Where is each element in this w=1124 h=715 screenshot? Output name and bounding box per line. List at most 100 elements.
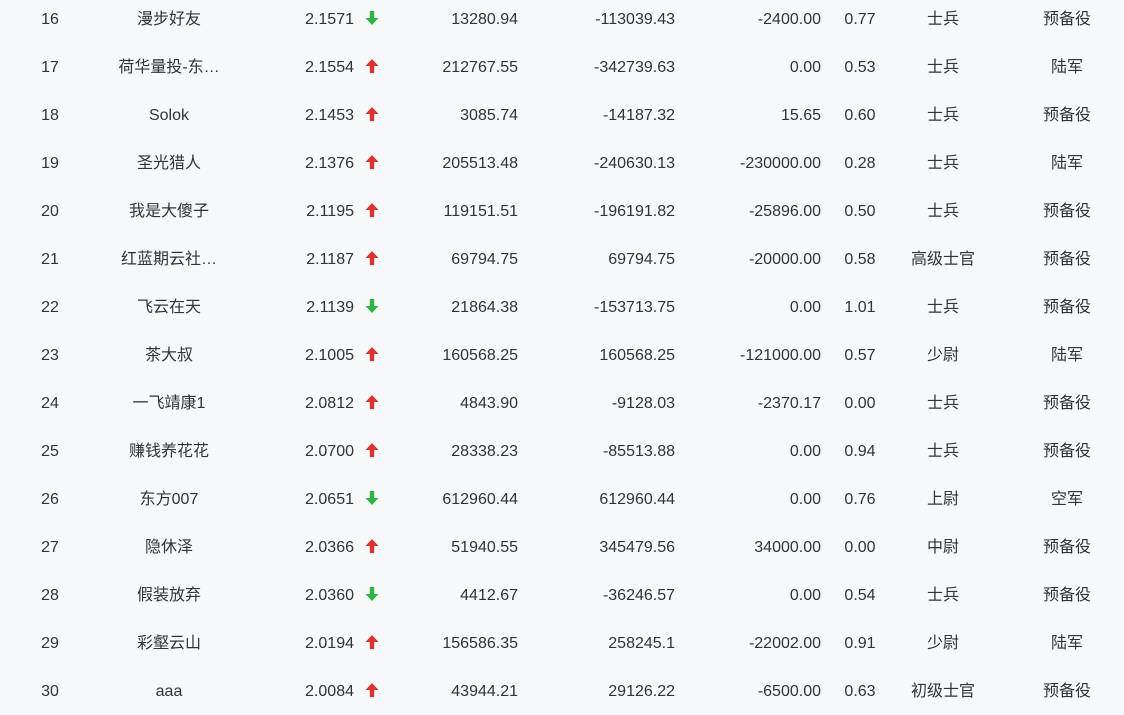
value-2-cell: -36246.57 <box>602 587 675 604</box>
value-4-cell: 0.53 <box>844 59 876 76</box>
value-1-cell: 119151.51 <box>443 203 518 220</box>
value-3-cell: -2370.17 <box>757 395 821 412</box>
name-cell[interactable]: 我是大傻子 <box>89 188 249 236</box>
name-cell[interactable]: 东方007 <box>89 476 249 524</box>
value-1-cell: 28338.23 <box>451 443 518 460</box>
value-1-cell: 43944.21 <box>451 683 518 700</box>
value-2-cell: 160568.25 <box>599 347 675 364</box>
ratio-cell: 2.1187 <box>306 251 354 268</box>
value-4-cell: 0.77 <box>844 11 876 28</box>
value-4-cell: 0.28 <box>844 155 876 172</box>
ratio-cell: 2.1571 <box>305 11 354 28</box>
value-3-cell: -22002.00 <box>748 635 821 652</box>
name-cell[interactable]: aaa <box>89 668 249 715</box>
value-4-cell: 1.01 <box>844 299 876 316</box>
table-row-28[interactable]: 28 假装放弃 2.0360 4412.67 -36246.57 0.00 0.… <box>0 572 1124 620</box>
military-rank-cell: 士兵 <box>926 155 959 172</box>
arrow-down-icon <box>362 284 382 332</box>
table-row-20[interactable]: 20 我是大傻子 2.1195 119151.51 -196191.82 -25… <box>0 188 1124 236</box>
military-rank-cell: 士兵 <box>926 107 959 124</box>
military-rank-cell: 少尉 <box>926 635 959 652</box>
branch-cell: 陆军 <box>1050 59 1083 76</box>
rank-cell: 22 <box>41 299 59 316</box>
name-cell[interactable]: 假装放弃 <box>89 572 249 620</box>
table-row-24[interactable]: 24 一飞靖康1 2.0812 4843.90 -9128.03 -2370.1… <box>0 380 1124 428</box>
value-1-cell: 4412.67 <box>460 587 518 604</box>
table-row-19[interactable]: 19 圣光猎人 2.1376 205513.48 -240630.13 -230… <box>0 140 1124 188</box>
rank-cell: 16 <box>41 11 59 28</box>
value-2-cell: 29126.22 <box>608 683 675 700</box>
name-cell[interactable]: 红蓝期云社… <box>89 236 249 284</box>
value-3-cell: 0.00 <box>789 59 821 76</box>
table-row-26[interactable]: 26 东方007 2.0651 612960.44 612960.44 0.00… <box>0 476 1124 524</box>
arrow-up-icon <box>362 380 382 428</box>
value-4-cell: 0.57 <box>844 347 876 364</box>
military-rank-cell: 士兵 <box>926 587 959 604</box>
name-cell[interactable]: 隐休泽 <box>89 524 249 572</box>
table-row-23[interactable]: 23 茶大叔 2.1005 160568.25 160568.25 -12100… <box>0 332 1124 380</box>
table-row-18[interactable]: 18 Solok 2.1453 3085.74 -14187.32 15.65 … <box>0 92 1124 140</box>
value-3-cell: -6500.00 <box>757 683 821 700</box>
name-cell[interactable]: 赚钱养花花 <box>89 428 249 476</box>
table-row-25[interactable]: 25 赚钱养花花 2.0700 28338.23 -85513.88 0.00 … <box>0 428 1124 476</box>
value-3-cell: 0.00 <box>789 587 821 604</box>
branch-cell: 陆军 <box>1050 635 1083 652</box>
value-4-cell: 0.58 <box>844 251 876 268</box>
value-4-cell: 0.63 <box>844 683 876 700</box>
value-4-cell: 0.76 <box>844 491 876 508</box>
military-rank-cell: 少尉 <box>926 347 959 364</box>
name-cell[interactable]: 圣光猎人 <box>89 140 249 188</box>
military-rank-cell: 士兵 <box>926 395 959 412</box>
military-rank-cell: 士兵 <box>926 11 959 28</box>
arrow-up-icon <box>362 332 382 380</box>
value-4-cell: 0.94 <box>844 443 876 460</box>
table-row-22[interactable]: 22 飞云在天 2.1139 21864.38 -153713.75 0.00 … <box>0 284 1124 332</box>
table-row-30[interactable]: 30 aaa 2.0084 43944.21 29126.22 -6500.00… <box>0 668 1124 715</box>
value-1-cell: 3085.74 <box>460 107 518 124</box>
ratio-cell: 2.1005 <box>305 347 354 364</box>
table-row-29[interactable]: 29 彩壑云山 2.0194 156586.35 258245.1 -22002… <box>0 620 1124 668</box>
rank-cell: 25 <box>41 443 59 460</box>
table-row-16[interactable]: 16 漫步好友 2.1571 13280.94 -113039.43 -2400… <box>0 0 1124 44</box>
value-1-cell: 21864.38 <box>451 299 518 316</box>
name-cell[interactable]: Solok <box>89 92 249 140</box>
value-3-cell: 34000.00 <box>754 539 821 556</box>
value-1-cell: 4843.90 <box>460 395 518 412</box>
name-cell[interactable]: 飞云在天 <box>89 284 249 332</box>
rank-cell: 18 <box>41 107 59 124</box>
ratio-cell: 2.0360 <box>305 587 354 604</box>
arrow-up-icon <box>362 188 382 236</box>
value-3-cell: 0.00 <box>789 491 821 508</box>
ratio-cell: 2.0700 <box>305 443 354 460</box>
name-cell[interactable]: 彩壑云山 <box>89 620 249 668</box>
value-1-cell: 160568.25 <box>442 347 518 364</box>
value-4-cell: 0.00 <box>844 395 876 412</box>
table-row-17[interactable]: 17 荷华量投-东… 2.1554 212767.55 -342739.63 0… <box>0 44 1124 92</box>
value-2-cell: 612960.44 <box>599 491 675 508</box>
branch-cell: 预备役 <box>1042 251 1091 268</box>
branch-cell: 陆军 <box>1050 155 1083 172</box>
value-2-cell: 258245.1 <box>608 635 675 652</box>
arrow-down-icon <box>362 0 382 44</box>
name-cell[interactable]: 一飞靖康1 <box>89 380 249 428</box>
ratio-cell: 2.0084 <box>305 683 354 700</box>
value-2-cell: -342739.63 <box>594 59 675 76</box>
value-4-cell: 0.54 <box>844 587 876 604</box>
value-4-cell: 0.91 <box>844 635 876 652</box>
value-1-cell: 212767.55 <box>442 59 518 76</box>
ratio-cell: 2.0651 <box>305 491 354 508</box>
ratio-cell: 2.0812 <box>305 395 354 412</box>
name-cell[interactable]: 茶大叔 <box>89 332 249 380</box>
table-row-27[interactable]: 27 隐休泽 2.0366 51940.55 345479.56 34000.0… <box>0 524 1124 572</box>
value-2-cell: -196191.82 <box>594 203 675 220</box>
rank-cell: 30 <box>41 683 59 700</box>
arrow-up-icon <box>362 92 382 140</box>
value-1-cell: 13280.94 <box>451 11 518 28</box>
value-1-cell: 69794.75 <box>451 251 518 268</box>
value-2-cell: -113039.43 <box>595 11 675 28</box>
military-rank-cell: 中尉 <box>926 539 959 556</box>
table-row-21[interactable]: 21 红蓝期云社… 2.1187 69794.75 69794.75 -2000… <box>0 236 1124 284</box>
rank-cell: 27 <box>41 539 59 556</box>
name-cell[interactable]: 荷华量投-东… <box>89 44 249 92</box>
name-cell[interactable]: 漫步好友 <box>89 0 249 44</box>
